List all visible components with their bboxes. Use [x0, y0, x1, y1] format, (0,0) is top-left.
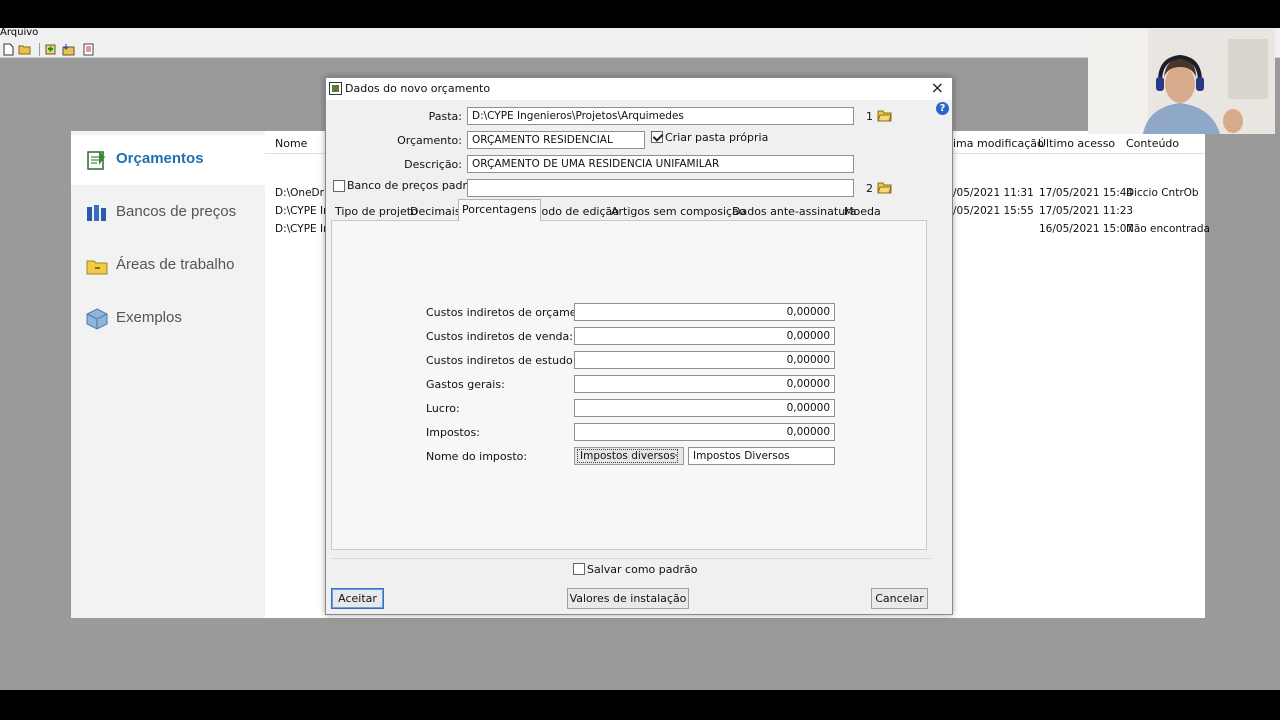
sidebar-item-label: Bancos de preços [116, 203, 237, 220]
orcamento-label: Orçamento: [397, 134, 462, 147]
valores-instalacao-button[interactable]: Valores de instalação [567, 588, 689, 609]
custos-indiretos-estudo-field[interactable]: 0,00000 [574, 351, 835, 369]
sidebar-item-label: Exemplos [116, 309, 182, 326]
sidebar-item-orcamentos[interactable]: Orçamentos [71, 135, 265, 185]
chevron-down-icon: ⌄ [672, 449, 680, 459]
salvar-padrao-checkbox[interactable] [573, 563, 585, 575]
budgets-icon [87, 151, 105, 170]
banco-label: Banco de preços padrão [347, 179, 481, 192]
browse-folder-icon[interactable] [877, 181, 892, 194]
imposto-name-field[interactable]: Impostos Diversos [688, 447, 835, 465]
new-budget-dialog: Dados do novo orçamento × ? Pasta: D:\CY… [325, 77, 953, 615]
criar-pasta-checkbox[interactable] [651, 131, 663, 143]
impostos-field[interactable]: 0,00000 [574, 423, 835, 441]
table-row-name[interactable]: D:\CYPE In [275, 205, 330, 217]
field-label: Custos indiretos de orçamento: [426, 306, 599, 319]
webcam-overlay [1088, 29, 1275, 134]
aceitar-button[interactable]: Aceitar [331, 588, 384, 609]
new-file-icon[interactable] [2, 43, 15, 56]
table-row-accessed: 16/05/2021 15:07 [1039, 223, 1134, 235]
examples-icon [86, 308, 108, 330]
tab-artigos-sem-composicao[interactable]: Artigos sem composição [608, 202, 749, 221]
orcamento-field[interactable]: ORÇAMENTO RESIDENCIAL [467, 131, 645, 149]
tab-dados-ante-assinatura[interactable]: Dados ante-assinatura [729, 202, 859, 221]
dialog-title: Dados do novo orçamento [345, 82, 491, 95]
table-row-accessed: 17/05/2021 11:23 [1039, 205, 1134, 217]
banco-index: 2 [866, 182, 873, 195]
custos-indiretos-orcamento-field[interactable]: 0,00000 [574, 303, 835, 321]
open-folder-icon[interactable] [18, 43, 31, 56]
sidebar-item-areas-de-trabalho[interactable]: Áreas de trabalho [71, 241, 265, 291]
presenter-video [1088, 29, 1275, 134]
imposto-label: Nome do imposto: [426, 450, 528, 463]
column-header-modified[interactable]: ima modificação [953, 137, 1044, 150]
sidebar-item-exemplos[interactable]: Exemplos [71, 294, 265, 344]
field-label: Custos indiretos de venda: [426, 330, 573, 343]
sidebar-item-label: Orçamentos [116, 150, 204, 167]
sidebar-nav: Orçamentos Bancos de preços Áreas de tra… [71, 131, 265, 618]
toolbar-separator [39, 43, 40, 56]
column-header-name[interactable]: Nome [275, 137, 307, 150]
banco-checkbox[interactable] [333, 180, 345, 192]
table-row-content: Diccio CntrOb [1126, 187, 1199, 199]
table-row-modified: /05/2021 11:31 [953, 187, 1034, 199]
pasta-field[interactable]: D:\CYPE Ingenieros\Projetos\Arquimedes [467, 107, 854, 125]
field-label: Gastos gerais: [426, 378, 505, 391]
add-budget-icon[interactable] [44, 43, 57, 56]
price-banks-icon [87, 205, 106, 221]
imposto-select-value: Impostos diversos [577, 449, 679, 463]
divider [331, 558, 931, 559]
help-icon[interactable]: ? [936, 102, 949, 115]
pasta-label: Pasta: [428, 110, 462, 123]
table-row-accessed: 17/05/2021 15:44 [1039, 187, 1134, 199]
app-icon [329, 82, 342, 95]
tab-moeda[interactable]: Moeda [841, 202, 884, 221]
field-label: Custos indiretos de estudo: [426, 354, 577, 367]
table-row-modified: /05/2021 15:55 [953, 205, 1034, 217]
workspaces-icon [86, 260, 108, 275]
banco-field[interactable] [467, 179, 854, 197]
tab-decimais[interactable]: Decimais [407, 202, 464, 221]
field-label: Impostos: [426, 426, 480, 439]
sidebar-item-label: Áreas de trabalho [116, 256, 235, 273]
pasta-index: 1 [866, 110, 873, 123]
sidebar-item-bancos-de-precos[interactable]: Bancos de preços [71, 188, 265, 238]
lucro-field[interactable]: 0,00000 [574, 399, 835, 417]
menu-arquivo[interactable]: Arquivo [0, 27, 38, 38]
descricao-field[interactable]: ORÇAMENTO DE UMA RESIDENCIA UNIFAMILAR [467, 155, 854, 173]
descricao-label: Descrição: [404, 158, 462, 171]
column-header-accessed[interactable]: Último acesso [1038, 137, 1115, 150]
custos-indiretos-venda-field[interactable]: 0,00000 [574, 327, 835, 345]
imposto-select[interactable]: Impostos diversos ⌄ [574, 447, 684, 465]
browse-folder-icon[interactable] [877, 109, 892, 122]
tab-porcentagens[interactable]: Porcentagens [458, 199, 541, 221]
table-row-content: Não encontrada [1126, 223, 1210, 235]
dialog-title-bar[interactable]: Dados do novo orçamento × [326, 78, 952, 100]
close-icon[interactable]: × [931, 80, 944, 96]
gastos-gerais-field[interactable]: 0,00000 [574, 375, 835, 393]
import-icon[interactable] [62, 43, 75, 56]
column-header-content[interactable]: Conteúdo [1126, 137, 1179, 150]
print-icon[interactable] [82, 43, 95, 56]
salvar-padrao-label: Salvar como padrão [587, 563, 698, 576]
table-row-name[interactable]: D:\CYPE In [275, 223, 330, 235]
field-label: Lucro: [426, 402, 460, 415]
cancelar-button[interactable]: Cancelar [871, 588, 928, 609]
criar-pasta-label: Criar pasta própria [665, 131, 769, 144]
